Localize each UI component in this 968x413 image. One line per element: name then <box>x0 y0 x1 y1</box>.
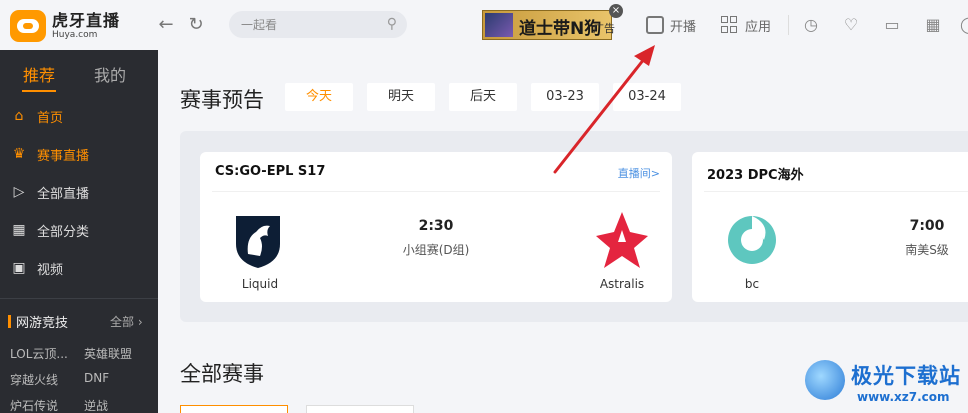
annotation-arrow-icon <box>553 45 655 174</box>
